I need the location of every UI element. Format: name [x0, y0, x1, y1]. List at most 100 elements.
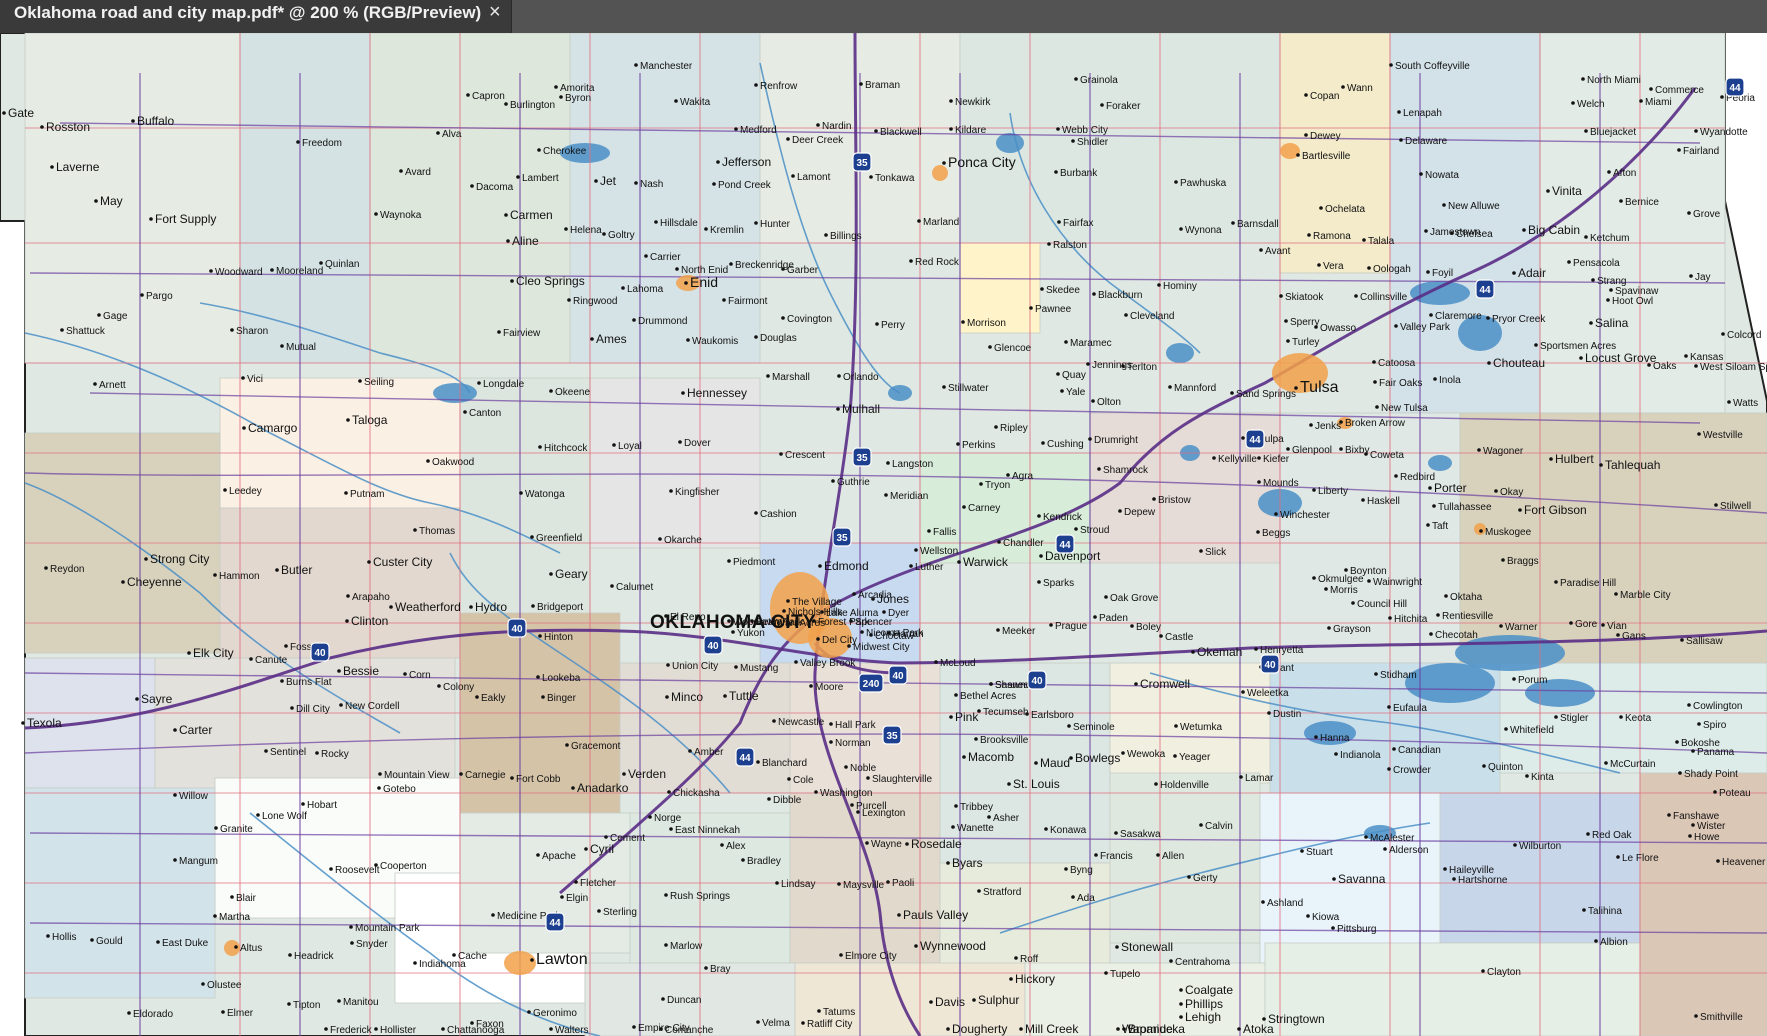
city-dot — [1041, 441, 1045, 445]
city-dot — [315, 751, 319, 755]
city-label: Alderson — [1389, 845, 1428, 856]
city-label: Hitchcock — [544, 443, 588, 454]
city-label: Bradley — [747, 856, 781, 867]
city-label: Rocky — [321, 749, 349, 760]
city-dot — [538, 634, 542, 638]
city-label: Avant — [1265, 246, 1291, 257]
city-label: Warner — [1505, 622, 1538, 633]
city-label: Vera — [1323, 261, 1344, 272]
close-tab-icon[interactable]: × — [489, 0, 501, 24]
city-label: Nicoma Park — [866, 628, 924, 639]
city-label: Goltry — [608, 230, 635, 241]
city-label: Gate — [8, 106, 34, 120]
city-dot — [510, 776, 514, 780]
city-label: Miami — [1645, 97, 1672, 108]
city-label: Muskogee — [1485, 527, 1532, 538]
city-label: Alva — [442, 129, 462, 140]
city-dot — [1680, 638, 1684, 642]
city-dot — [1179, 227, 1183, 231]
city-dot — [1609, 288, 1613, 292]
city-dot — [1684, 354, 1688, 358]
city-dot — [1124, 313, 1128, 317]
city-dot — [560, 895, 564, 899]
city-label: Fort Gibson — [1524, 503, 1587, 517]
city-label: Gotebo — [383, 784, 416, 795]
city-label: Sterling — [603, 907, 637, 918]
city-label: Breckenridge — [735, 260, 794, 271]
city-label: Blackburn — [1098, 290, 1142, 301]
city-label: Ralston — [1053, 240, 1087, 251]
city-label: Talala — [1368, 236, 1395, 247]
city-dot — [1619, 715, 1623, 719]
city-dot — [1501, 558, 1505, 562]
city-label: Kildare — [955, 125, 987, 136]
city-dot — [1586, 832, 1590, 836]
city-dot — [997, 540, 1001, 544]
document-tab[interactable]: Oklahoma road and city map.pdf* @ 200 % … — [0, 0, 512, 33]
city-dot — [1675, 740, 1679, 744]
city-label: Granite — [220, 824, 253, 835]
city-label: Ramona — [1313, 231, 1351, 242]
city-dot — [1332, 877, 1336, 881]
city-dot — [621, 286, 625, 290]
city-dot — [510, 279, 514, 283]
city-dot — [602, 232, 606, 236]
city-dot — [1383, 847, 1387, 851]
city-dot — [1387, 767, 1391, 771]
city-dot — [1312, 576, 1316, 580]
city-label: Mounds — [1263, 478, 1299, 489]
city-label: Washington — [820, 788, 872, 799]
city-label: McCurtain — [1610, 759, 1656, 770]
city-dot — [97, 313, 101, 317]
document-tab-bar: Oklahoma road and city map.pdf* @ 200 % … — [0, 0, 1767, 33]
city-dot — [1307, 233, 1311, 237]
city-label: Sulphur — [978, 993, 1019, 1007]
city-dot — [720, 843, 724, 847]
city-dot — [716, 160, 720, 164]
city-label: Howe — [1694, 832, 1720, 843]
city-dot — [214, 826, 218, 830]
city-dot — [463, 410, 467, 414]
city-label: Calvin — [1205, 821, 1233, 832]
city-label: Snyder — [356, 939, 388, 950]
city-label: Cowlington — [1693, 701, 1742, 712]
city-dot — [1067, 724, 1071, 728]
city-label: Watts — [1733, 398, 1758, 409]
city-dot — [1714, 503, 1718, 507]
city-dot — [909, 259, 913, 263]
city-dot — [1688, 834, 1692, 838]
city-dot — [1571, 101, 1575, 105]
city-label: Fort Cobb — [516, 774, 561, 785]
city-dot — [954, 804, 958, 808]
city-dot — [242, 426, 246, 430]
city-dot — [374, 212, 378, 216]
urban-area — [1280, 143, 1300, 159]
city-dot — [121, 580, 125, 584]
city-dot — [377, 786, 381, 790]
city-label: Beggs — [1262, 528, 1290, 539]
city-label: Indianola — [1340, 750, 1381, 761]
city-label: Marlow — [670, 941, 703, 952]
city-label: Kiefer — [1263, 454, 1290, 465]
city-label: Liberty — [1318, 486, 1348, 497]
city-label: Earlsboro — [1031, 710, 1074, 721]
city-label: Colcord — [1727, 330, 1761, 341]
city-label: Shamrock — [1103, 465, 1149, 476]
city-dot — [60, 328, 64, 332]
city-dot — [1231, 221, 1235, 225]
city-label: Hunter — [760, 219, 791, 230]
city-dot — [914, 548, 918, 552]
document-canvas[interactable]: Gate Rosston Buffalo Laverne May Fort Supply F… — [0, 33, 1767, 1036]
city-dot — [201, 982, 205, 986]
city-dot — [658, 537, 662, 541]
city-label: Albion — [1600, 937, 1628, 948]
city-dot — [50, 165, 54, 169]
city-label: Geary — [555, 567, 588, 581]
city-label: Norman — [835, 738, 871, 749]
city-dot — [1296, 153, 1300, 157]
city-dot — [399, 169, 403, 173]
city-label: Laverne — [56, 160, 100, 174]
city-dot — [1304, 133, 1308, 137]
city-dot — [1482, 764, 1486, 768]
city-label: Byron — [565, 93, 591, 104]
